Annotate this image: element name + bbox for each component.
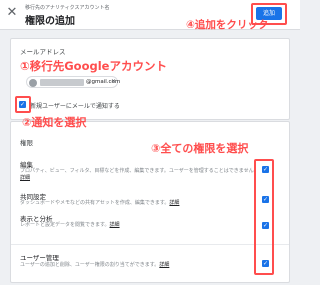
redacted-account-name <box>40 79 84 86</box>
notify-label: 新規ユーザーにメールで通知する <box>30 103 120 110</box>
perm-desc-edit: プロパティ、ビュー、フィルタ、目標などを作成、編集できます。ユーザーを管理するこ… <box>20 168 259 181</box>
divider <box>11 244 289 245</box>
highlight-add-button <box>251 3 287 25</box>
perm-link-manage-users[interactable]: 詳細 <box>159 262 169 268</box>
annotation-notify: ②通知を選択 <box>22 116 87 129</box>
annotation-account: ①移行先Googleアカウント <box>20 59 167 73</box>
perm-link-collaborate[interactable]: 詳細 <box>169 200 179 206</box>
annotation-permissions: ③全ての権限を選択 <box>151 142 249 155</box>
perm-desc-read-analyze: レポートと設定データを閲覧できます。詳細 <box>20 222 120 228</box>
perm-title-manage-users: ユーザー管理 <box>20 254 59 262</box>
perm-link-read-analyze[interactable]: 詳細 <box>110 222 120 228</box>
perm-desc-collaborate: ダッシュボードやメモなどの共有アセットを作成、編集できます。詳細 <box>20 200 180 206</box>
perm-link-edit[interactable]: 詳細 <box>20 175 30 181</box>
chip-close-icon[interactable]: ✕ <box>111 78 116 85</box>
avatar <box>29 78 37 87</box>
email-chip[interactable]: @gmail.com ✕ <box>26 76 120 88</box>
highlight-permission-checkboxes <box>254 159 274 275</box>
highlight-notify-checkbox <box>15 96 31 113</box>
close-icon[interactable]: ✕ <box>5 6 19 20</box>
perm-desc-manage-users: ユーザーの追加と削除、ユーザー権限の割り当てができます。詳細 <box>20 262 170 268</box>
permissions-heading: 権限 <box>20 139 33 147</box>
email-label: メールアドレス <box>20 48 66 56</box>
breadcrumb: 移行先のアナリティクスアカウント名 <box>25 5 110 11</box>
page-title: 権限の追加 <box>25 16 75 27</box>
